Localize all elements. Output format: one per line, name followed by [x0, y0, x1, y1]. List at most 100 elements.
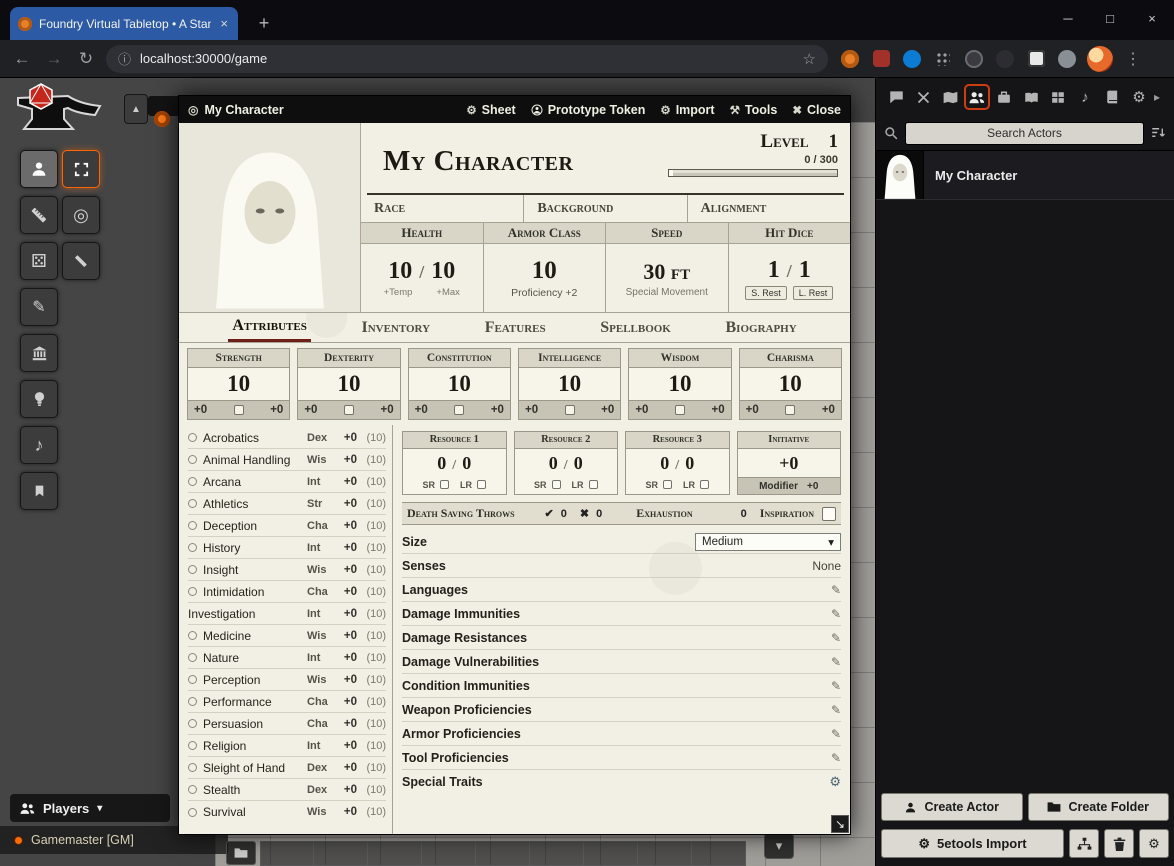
xp-value[interactable]: 0 / 300 [804, 154, 838, 166]
search-input[interactable] [905, 122, 1144, 145]
proficiency-toggle[interactable] [188, 433, 197, 442]
senses-value[interactable]: None [812, 559, 841, 573]
character-name[interactable]: My Character [367, 123, 656, 193]
sidebar-collapse-icon[interactable]: ▸ [1154, 90, 1160, 104]
items-tab[interactable] [991, 84, 1017, 110]
hotbar-collapse-button[interactable]: ▾ [764, 833, 794, 859]
edit-icon[interactable]: ✎ [831, 679, 841, 693]
resource-1[interactable]: Resource 1 0/0 SRLR [402, 431, 507, 495]
tab-features[interactable]: Features [481, 313, 550, 342]
extension-icon-2[interactable] [871, 49, 891, 69]
skill-row[interactable]: InsightWis+0(10) [188, 559, 386, 581]
create-folder-button[interactable]: Create Folder [1028, 793, 1170, 821]
create-actor-button[interactable]: Create Actor [881, 793, 1023, 821]
sr-checkbox[interactable] [663, 480, 672, 489]
window-titlebar[interactable]: ◎ My Character ⚙ Sheet Prototype Token ⚙… [179, 96, 850, 123]
inspiration-checkbox[interactable] [822, 507, 836, 521]
lr-checkbox[interactable] [477, 480, 486, 489]
hd-current[interactable]: 1 [768, 257, 780, 284]
proficiency-toggle[interactable] [188, 543, 197, 552]
measure-tool[interactable] [20, 196, 58, 234]
special-movement-label[interactable]: Special Movement [626, 287, 708, 298]
actors-tab[interactable] [964, 84, 990, 110]
macro-folder-button[interactable] [226, 841, 256, 865]
extension-icon-8[interactable] [1057, 49, 1077, 69]
proficiency-toggle[interactable] [188, 697, 197, 706]
hotbar-slot[interactable] [584, 841, 638, 866]
reload-button[interactable]: ↻ [70, 49, 102, 69]
edit-icon[interactable]: ✎ [831, 655, 841, 669]
proficiency-toggle[interactable] [188, 477, 197, 486]
edit-icon[interactable]: ✎ [831, 583, 841, 597]
hotbar-slot[interactable] [368, 841, 422, 866]
settings-tab[interactable]: ⚙ [1126, 84, 1152, 110]
walls-layer-button[interactable] [20, 334, 58, 372]
save-prof-checkbox[interactable] [675, 405, 685, 415]
extension-icon-5[interactable] [964, 49, 984, 69]
back-button[interactable]: ← [6, 49, 38, 69]
hotbar-slot[interactable] [692, 841, 746, 866]
folder-tree-button[interactable] [1069, 829, 1099, 858]
save-prof-checkbox[interactable] [785, 405, 795, 415]
sounds-layer-button[interactable]: ♪ [20, 426, 58, 464]
dice-tool[interactable]: ⚄ [20, 242, 58, 280]
initiative-box[interactable]: Initiative +0 Modifier+0 [737, 431, 842, 495]
size-select[interactable]: Medium ▾ [695, 533, 841, 551]
skill-row[interactable]: InvestigationInt+0(10) [188, 603, 386, 625]
skill-row[interactable]: Sleight of HandDex+0(10) [188, 757, 386, 779]
ac-value[interactable]: 10 [532, 257, 557, 285]
proficiency-toggle[interactable] [188, 763, 197, 772]
minimize-button[interactable]: ─ [1054, 11, 1082, 26]
hotbar-slot[interactable] [638, 841, 692, 866]
window-resize-handle[interactable]: ↘ [831, 815, 849, 833]
settings-button[interactable]: ⚙ [1139, 829, 1169, 858]
extension-icon-6[interactable] [995, 49, 1015, 69]
ability-charisma[interactable]: Charisma 10 +0+0 [739, 348, 842, 420]
tab-inventory[interactable]: Inventory [357, 313, 434, 342]
compendium-tab[interactable] [1099, 84, 1125, 110]
hp-temp-label[interactable]: +Temp [384, 287, 413, 298]
url-text[interactable]: localhost:30000/game [140, 51, 794, 66]
hp-max[interactable]: 10 [431, 258, 455, 285]
proficiency-toggle[interactable] [188, 565, 197, 574]
ability-constitution[interactable]: Constitution 10 +0+0 [408, 348, 511, 420]
import-button[interactable]: ⚙ Import [660, 103, 714, 117]
token-select-tool[interactable] [20, 150, 58, 188]
drawings-layer-button[interactable]: ✎ [20, 288, 58, 326]
save-prof-checkbox[interactable] [454, 405, 464, 415]
ruler-secondary-tool[interactable] [62, 242, 100, 280]
exhaustion-value[interactable]: 0 [741, 508, 747, 520]
combat-tab[interactable] [910, 84, 936, 110]
tables-tab[interactable] [1045, 84, 1071, 110]
skill-row[interactable]: ArcanaInt+0(10) [188, 471, 386, 493]
resource-3[interactable]: Resource 3 0/0 SRLR [625, 431, 730, 495]
skill-row[interactable]: NatureInt+0(10) [188, 647, 386, 669]
lighting-layer-button[interactable] [20, 380, 58, 418]
prototype-token-button[interactable]: Prototype Token [531, 103, 646, 117]
hd-max[interactable]: 1 [799, 257, 811, 284]
skill-row[interactable]: Animal HandlingWis+0(10) [188, 449, 386, 471]
profile-avatar[interactable] [1087, 46, 1113, 72]
save-prof-checkbox[interactable] [565, 405, 575, 415]
proficiency-toggle[interactable] [188, 741, 197, 750]
lr-checkbox[interactable] [589, 480, 598, 489]
edit-icon[interactable]: ✎ [831, 751, 841, 765]
death-success-count[interactable]: 0 [561, 508, 567, 520]
proficiency-toggle[interactable] [188, 521, 197, 530]
death-fail-count[interactable]: 0 [596, 508, 602, 520]
close-window-button[interactable]: × [1138, 11, 1166, 26]
target-tool[interactable]: ◎ [62, 196, 100, 234]
site-info-icon[interactable]: ⓘ [118, 49, 131, 68]
ability-wisdom[interactable]: Wisdom 10 +0+0 [628, 348, 731, 420]
tab-attributes[interactable]: Attributes [228, 313, 311, 342]
extension-icon-3[interactable] [902, 49, 922, 69]
notes-layer-button[interactable] [20, 472, 58, 510]
background-field[interactable]: Background [524, 195, 687, 222]
skill-row[interactable]: AthleticsStr+0(10) [188, 493, 386, 515]
extension-icon-7[interactable] [1026, 49, 1046, 69]
journal-tab[interactable] [1018, 84, 1044, 110]
short-rest-button[interactable]: S. Rest [745, 286, 787, 300]
cross-icon[interactable]: ✖ [580, 507, 589, 520]
tab-close-icon[interactable]: × [218, 16, 230, 31]
extension-icon-1[interactable] [840, 49, 860, 69]
